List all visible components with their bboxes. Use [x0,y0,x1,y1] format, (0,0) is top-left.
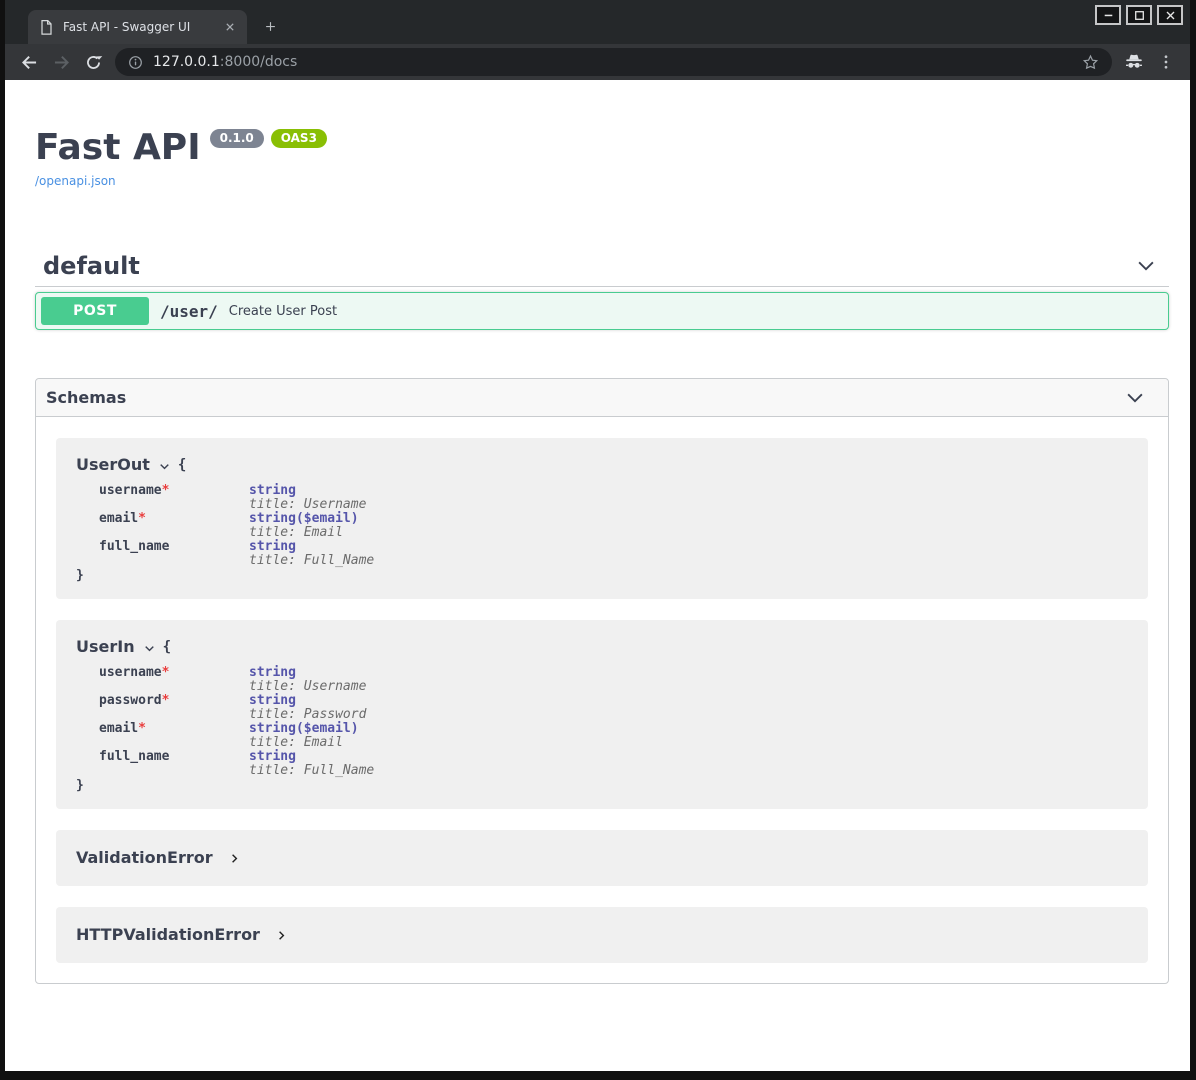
model-title: HTTPValidationError [76,923,260,947]
property-type: string [249,484,366,498]
model-toggle-row[interactable]: ValidationError [76,846,1128,870]
property-type: string [249,750,374,764]
property-meta: title: Email [249,526,359,540]
version-badge: 0.1.0 [210,129,264,148]
model-toggle-row[interactable]: HTTPValidationError [76,923,1128,947]
address-bar[interactable]: 127.0.0.1:8000/docs [115,48,1112,76]
forward-button[interactable] [47,48,75,76]
brace-open: { [163,636,171,658]
model-validationerror: ValidationError [56,830,1148,886]
property-type: string [249,666,366,680]
property-row: username* stringtitle: Username [76,484,1128,512]
url-host: 127.0.0.1 [153,54,220,70]
required-star: * [138,721,146,736]
schemas-section: Schemas UserOut { [35,378,1169,984]
chevron-down-icon[interactable] [1135,255,1157,277]
required-star: * [162,693,170,708]
property-meta: title: Password [249,708,366,722]
property-type: string($email) [249,722,359,736]
property-row: email* string($email)title: Email [76,722,1128,750]
chevron-down-icon[interactable] [1124,387,1146,409]
chevron-right-icon[interactable] [275,928,288,943]
brace-close: } [76,568,1128,583]
property-row: password* stringtitle: Password [76,694,1128,722]
tag-section-default: default POST /user/ Create User Post [35,246,1169,330]
property-type: string [249,540,374,554]
new-tab-button[interactable] [257,13,283,39]
model-title: UserIn [76,636,135,658]
schemas-title: Schemas [46,388,126,407]
openapi-spec-link[interactable]: /openapi.json [35,174,116,188]
chevron-down-icon[interactable] [143,642,156,655]
back-button[interactable] [15,48,43,76]
window-controls [1095,5,1183,25]
brace-open: { [178,454,186,476]
api-info: Fast API 0.1.0 OAS3 /openapi.json [35,126,1169,189]
method-badge: POST [41,297,149,325]
required-star: * [138,511,146,526]
oas3-badge: OAS3 [271,129,327,148]
brace-close: } [76,778,1128,793]
property-row: full_name stringtitle: Full_Name [76,750,1128,778]
page-content: Fast API 0.1.0 OAS3 /openapi.json defaul… [5,80,1190,1071]
bookmark-star-icon[interactable] [1081,53,1100,72]
model-title: ValidationError [76,846,213,870]
chevron-down-icon[interactable] [158,460,171,473]
site-info-icon[interactable] [127,54,144,71]
property-meta: title: Full_Name [249,554,374,568]
tab-title: Fast API - Swagger UI [63,20,212,34]
property-row: full_name stringtitle: Full_Name [76,540,1128,568]
model-userout: UserOut { username* stringtitle: Usernam… [56,438,1148,599]
url-text: 127.0.0.1:8000/docs [153,54,297,70]
property-meta: title: Username [249,498,366,512]
property-row: username* stringtitle: Username [76,666,1128,694]
browser-toolbar: 127.0.0.1:8000/docs [5,44,1190,80]
property-meta: title: Username [249,680,366,694]
operation-path: /user/ [160,302,218,321]
model-httpvalidationerror: HTTPValidationError [56,907,1148,963]
required-star: * [162,483,170,498]
operation-summary: Create User Post [229,304,337,319]
property-row: email* string($email)title: Email [76,512,1128,540]
schemas-header[interactable]: Schemas [36,379,1168,417]
reload-button[interactable] [79,48,107,76]
property-meta: title: Full_Name [249,764,374,778]
model-title: UserOut [76,454,150,476]
page-favicon-icon [39,19,54,36]
maximize-button[interactable] [1126,5,1152,25]
browser-window: Fast API - Swagger UI [0,0,1196,1080]
property-meta: title: Email [249,736,359,750]
opblock-post-user[interactable]: POST /user/ Create User Post [35,292,1169,330]
browser-tab[interactable]: Fast API - Swagger UI [28,10,247,44]
incognito-icon [1120,48,1148,76]
kebab-menu-icon[interactable] [1152,48,1180,76]
property-type: string [249,694,366,708]
url-path: :8000/docs [220,54,298,70]
property-type: string($email) [249,512,359,526]
required-star: * [162,665,170,680]
chevron-right-icon[interactable] [228,851,241,866]
api-title: Fast API [35,126,201,170]
tag-header-default[interactable]: default [35,246,1169,287]
model-userin: UserIn { username* stringtitle: Username [56,620,1148,809]
tab-close-icon[interactable] [221,18,239,36]
minimize-button[interactable] [1095,5,1121,25]
tab-strip: Fast API - Swagger UI [5,0,1190,44]
tag-title: default [43,252,140,280]
close-window-button[interactable] [1157,5,1183,25]
